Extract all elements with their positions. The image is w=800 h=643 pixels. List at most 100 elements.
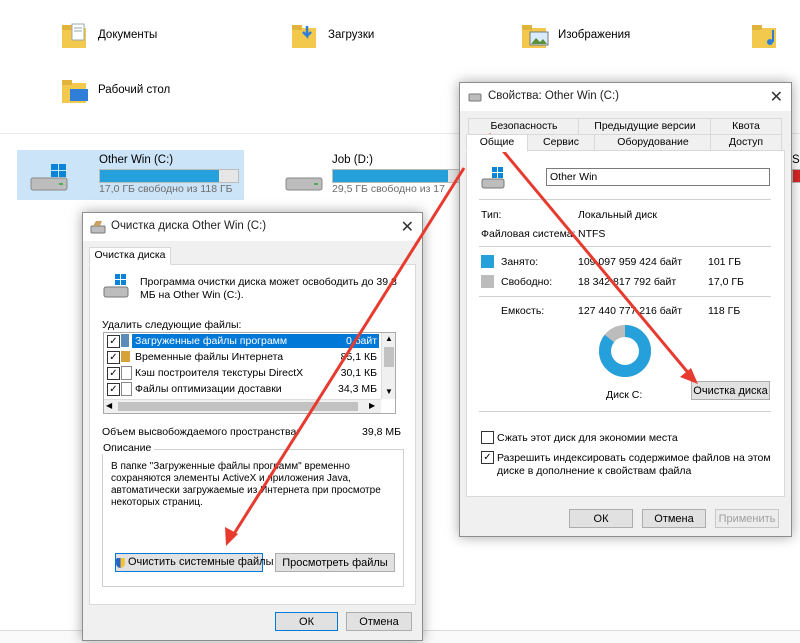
drive-name-input[interactable] (546, 168, 770, 186)
file-name: Временные файлы Интернета (135, 351, 284, 363)
general-drive-icon (480, 166, 506, 193)
button-label: ОК (593, 512, 609, 525)
tab-general[interactable]: Общие (466, 134, 528, 152)
music-folder-icon (750, 20, 780, 50)
disk-cleanup-button[interactable]: Очистка диска (691, 381, 770, 400)
tab-label: Очистка диска (94, 249, 166, 261)
file-size: 34,3 МБ (338, 383, 377, 395)
folder-downloads[interactable]: Загрузки (290, 20, 374, 50)
tab-label: Предыдущие версии (594, 120, 696, 132)
fs-value: NTFS (578, 228, 606, 240)
disk-cleanup-dialog: Очистка диска Other Win (C:) ✕ Очистка д… (82, 212, 423, 641)
folder-label: Рабочий стол (98, 84, 171, 96)
description-line: сохраняются элементы ActiveX и приложени… (111, 473, 351, 484)
scroll-right-arrow-icon[interactable]: ▶ (369, 401, 375, 410)
tab-label: Безопасность (490, 120, 558, 132)
drive-name: Other Win (C:) (99, 154, 174, 166)
tab-service[interactable]: Сервис (526, 134, 596, 151)
disk-label: Диск C: (606, 389, 643, 401)
list-item[interactable]: ✓ Загруженные файлы программ 0 байт (104, 334, 380, 348)
folder-label: Изображения (558, 29, 631, 41)
file-icon (121, 366, 132, 380)
folder-documents[interactable]: Документы (60, 20, 157, 50)
cleanup-panel: Программа очистки диска может освободить… (89, 264, 416, 605)
tab-security[interactable]: Безопасность (468, 118, 580, 135)
list-item[interactable]: ✓ Временные файлы Интернета 85,1 КБ (104, 350, 380, 364)
lock-icon (121, 351, 130, 362)
view-files-button[interactable]: Просмотреть файлы (275, 553, 395, 572)
file-checkbox[interactable]: ✓ (107, 367, 120, 380)
windows-drive-icon (29, 164, 69, 191)
apply-button: Применить (715, 509, 779, 528)
tab-label: Оборудование (617, 136, 689, 148)
folder-images[interactable]: Изображения (520, 20, 630, 50)
used-label: Занято: (501, 256, 539, 268)
ok-button[interactable]: ОК (569, 509, 633, 528)
cleanup-title: Очистка диска Other Win (C:) (111, 220, 267, 232)
file-checkbox[interactable]: ✓ (107, 335, 120, 348)
drive-name: Job (D:) (332, 154, 373, 166)
used-color-swatch (481, 255, 494, 268)
ok-button[interactable]: ОК (275, 612, 338, 631)
free-size: 17,0 ГБ (708, 276, 744, 288)
capacity-bytes: 127 440 777 216 байт (578, 305, 683, 317)
tab-previous-versions[interactable]: Предыдущие версии (578, 118, 712, 135)
fs-label: Файловая система: (481, 228, 576, 240)
drive-usage-bar (792, 169, 800, 183)
folder-desktop[interactable]: Рабочий стол (60, 75, 170, 105)
file-checkbox[interactable]: ✓ (107, 351, 120, 364)
folder-label: Загрузки (328, 29, 375, 41)
scroll-down-arrow-icon[interactable]: ▼ (385, 387, 393, 396)
drive-icon (284, 164, 324, 191)
drive-free-text: 17,0 ГБ свободно из 118 ГБ (99, 183, 233, 195)
separator (479, 411, 771, 412)
drive-usage-bar (332, 169, 462, 183)
delete-files-label: Удалить следующие файлы: (102, 319, 242, 331)
cleanup-intro-line: Программа очистки диска может освободить… (140, 276, 397, 288)
list-item[interactable]: ✓ Кэш построителя текстуры DirectX 30,1 … (104, 366, 380, 380)
separator (479, 296, 771, 297)
drive-usage-bar (99, 169, 239, 183)
list-item[interactable]: ✓ Файлы оптимизации доставки 34,3 МБ (104, 382, 380, 396)
folder-music[interactable] (750, 20, 788, 50)
drive-c[interactable]: Other Win (C:) 17,0 ГБ свободно из 118 Г… (17, 150, 244, 200)
properties-dialog: Свойства: Other Win (C:) ✕ Безопасность … (459, 82, 792, 537)
tab-sharing[interactable]: Доступ (710, 134, 782, 151)
tab-disk-cleanup[interactable]: Очистка диска (89, 247, 171, 265)
clean-system-files-button[interactable]: Очистить системные файлы (115, 553, 273, 572)
properties-close-icon[interactable]: ✕ (770, 87, 783, 107)
cancel-button[interactable]: Отмена (346, 612, 412, 631)
index-checkbox[interactable]: ✓ (481, 451, 494, 464)
tab-quota[interactable]: Квота (710, 118, 782, 135)
files-list[interactable]: ✓ Загруженные файлы программ 0 байт ✓ Вр… (103, 332, 396, 414)
button-label: Просмотреть файлы (282, 556, 388, 569)
type-label: Тип: (481, 209, 502, 221)
tab-hardware[interactable]: Оборудование (594, 134, 712, 151)
scroll-thumb[interactable] (118, 402, 358, 411)
downloads-folder-icon (290, 20, 320, 50)
images-folder-icon (520, 20, 550, 50)
scroll-thumb[interactable] (384, 347, 394, 367)
file-name: Загруженные файлы программ (135, 335, 288, 347)
drive-free-text: 29,5 ГБ свободно из 17 (332, 183, 445, 195)
cleanup-app-icon (90, 220, 106, 237)
cancel-button[interactable]: Отмена (642, 509, 706, 528)
compress-checkbox[interactable] (481, 431, 494, 444)
cleanup-close-icon[interactable]: ✕ (401, 217, 414, 237)
properties-drive-icon (468, 92, 482, 106)
scroll-up-arrow-icon[interactable]: ▲ (385, 334, 393, 343)
drive-name: SS (792, 154, 800, 166)
space-value: 39,8 МБ (362, 426, 401, 438)
description-line: некоторых страниц. (111, 497, 203, 508)
button-label: Отмена (359, 615, 399, 628)
documents-folder-icon (60, 20, 90, 50)
used-bytes: 109 097 959 424 байт (578, 256, 683, 268)
file-checkbox[interactable]: ✓ (107, 383, 120, 396)
scroll-left-arrow-icon[interactable]: ◀ (106, 401, 112, 410)
separator (479, 199, 771, 200)
drive-d[interactable]: Job (D:) 29,5 ГБ свободно из 17 (250, 150, 462, 200)
list-vertical-scrollbar[interactable]: ▲ ▼ (381, 333, 395, 399)
description-line: автоматически загружаемые из Интернета п… (111, 485, 381, 496)
list-horizontal-scrollbar[interactable]: ◀ ▶ (104, 399, 381, 413)
used-size: 101 ГБ (708, 256, 742, 268)
